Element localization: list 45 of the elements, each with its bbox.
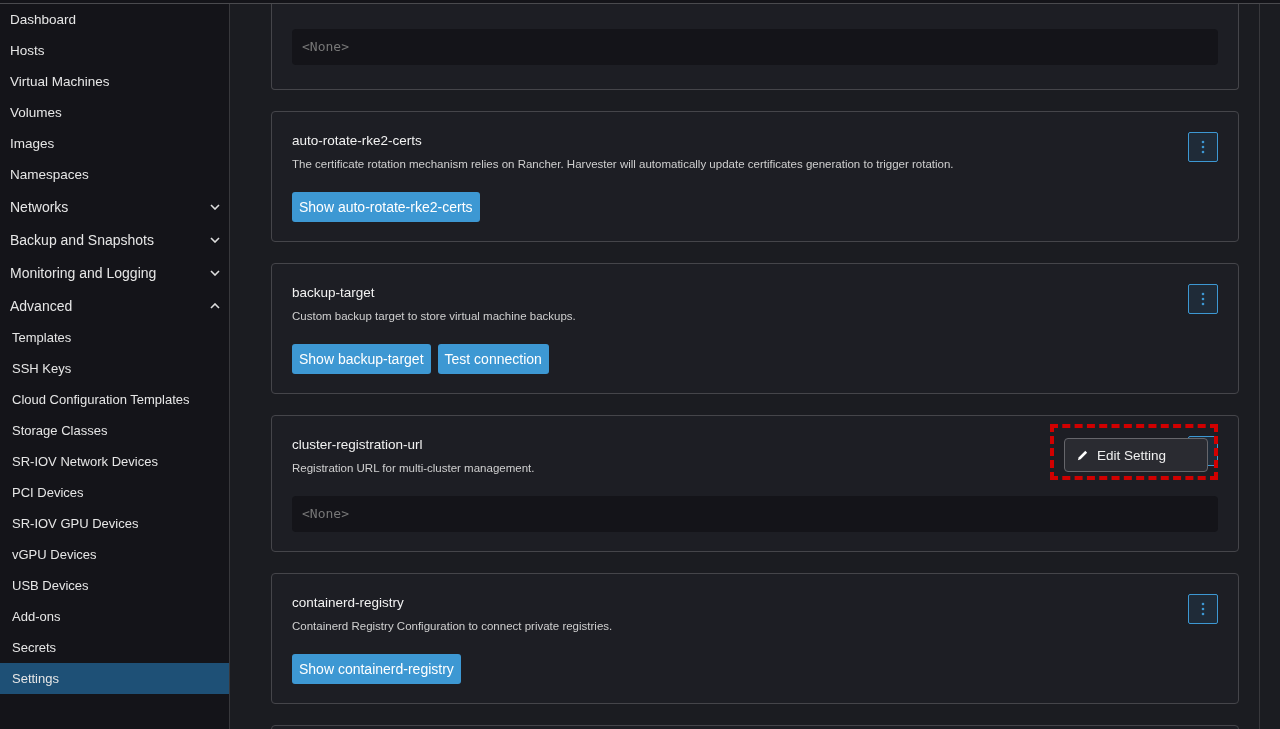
- setting-value: <None>: [292, 29, 1218, 65]
- nav-item[interactable]: Hosts: [0, 35, 229, 66]
- setting-name: backup-target: [292, 284, 375, 302]
- chevron-icon: [210, 302, 220, 309]
- nav-item[interactable]: Volumes: [0, 97, 229, 128]
- setting-value: <None>: [292, 496, 1218, 532]
- menu-item[interactable]: Edit Setting: [1065, 447, 1167, 463]
- nav-item[interactable]: Images: [0, 128, 229, 159]
- nav-group[interactable]: Networks: [0, 190, 229, 223]
- nav-item[interactable]: Secrets: [0, 632, 229, 663]
- more-options-button[interactable]: [1188, 594, 1218, 624]
- kebab-icon: [1201, 292, 1205, 306]
- nav-group[interactable]: Monitoring and Logging: [0, 256, 229, 289]
- nav-item[interactable]: Cloud Configuration Templates: [0, 384, 229, 415]
- more-options-button[interactable]: [1188, 284, 1218, 314]
- nav-item[interactable]: SSH Keys: [0, 353, 229, 384]
- nav-item[interactable]: vGPU Devices: [0, 539, 229, 570]
- menu-item-label: Edit Setting: [1097, 447, 1167, 463]
- setting-description: Custom backup target to store virtual machine backups.: [292, 309, 577, 324]
- kebab-icon: [1201, 602, 1205, 616]
- nav-item[interactable]: Dashboard: [0, 4, 229, 35]
- chevron-icon: [210, 269, 220, 276]
- nav-item[interactable]: Templates: [0, 322, 229, 353]
- nav-item[interactable]: Add-ons: [0, 601, 229, 632]
- nav-item[interactable]: Virtual Machines: [0, 66, 229, 97]
- pencil-icon: [1076, 448, 1089, 462]
- kebab-icon: [1201, 140, 1205, 154]
- setting-name: containerd-registry: [292, 594, 404, 612]
- setting-description: The certificate rotation mechanism relies on Rancher. Harvester will automatically update certificates generation to trigger rotation.: [292, 157, 955, 172]
- setting-description: Containerd Registry Configuration to connect private registries.: [292, 619, 614, 634]
- setting-description: Registration URL for multi-cluster management.: [292, 461, 536, 476]
- setting-name: cluster-registration-url: [292, 436, 423, 454]
- chevron-icon: [210, 236, 220, 243]
- nav-item[interactable]: SR-IOV GPU Devices: [0, 508, 229, 539]
- nav-item[interactable]: USB Devices: [0, 570, 229, 601]
- more-options-button[interactable]: [1188, 132, 1218, 162]
- setting-name: auto-rotate-rke2-certs: [292, 132, 422, 150]
- chevron-icon: [210, 203, 220, 210]
- nav-item[interactable]: Settings: [0, 663, 229, 694]
- nav-group[interactable]: Advanced: [0, 289, 229, 322]
- nav-item[interactable]: PCI Devices: [0, 477, 229, 508]
- nav-item[interactable]: SR-IOV Network Devices: [0, 446, 229, 477]
- nav-group[interactable]: Backup and Snapshots: [0, 223, 229, 256]
- nav-item[interactable]: Storage Classes: [0, 415, 229, 446]
- nav-item[interactable]: Namespaces: [0, 159, 229, 190]
